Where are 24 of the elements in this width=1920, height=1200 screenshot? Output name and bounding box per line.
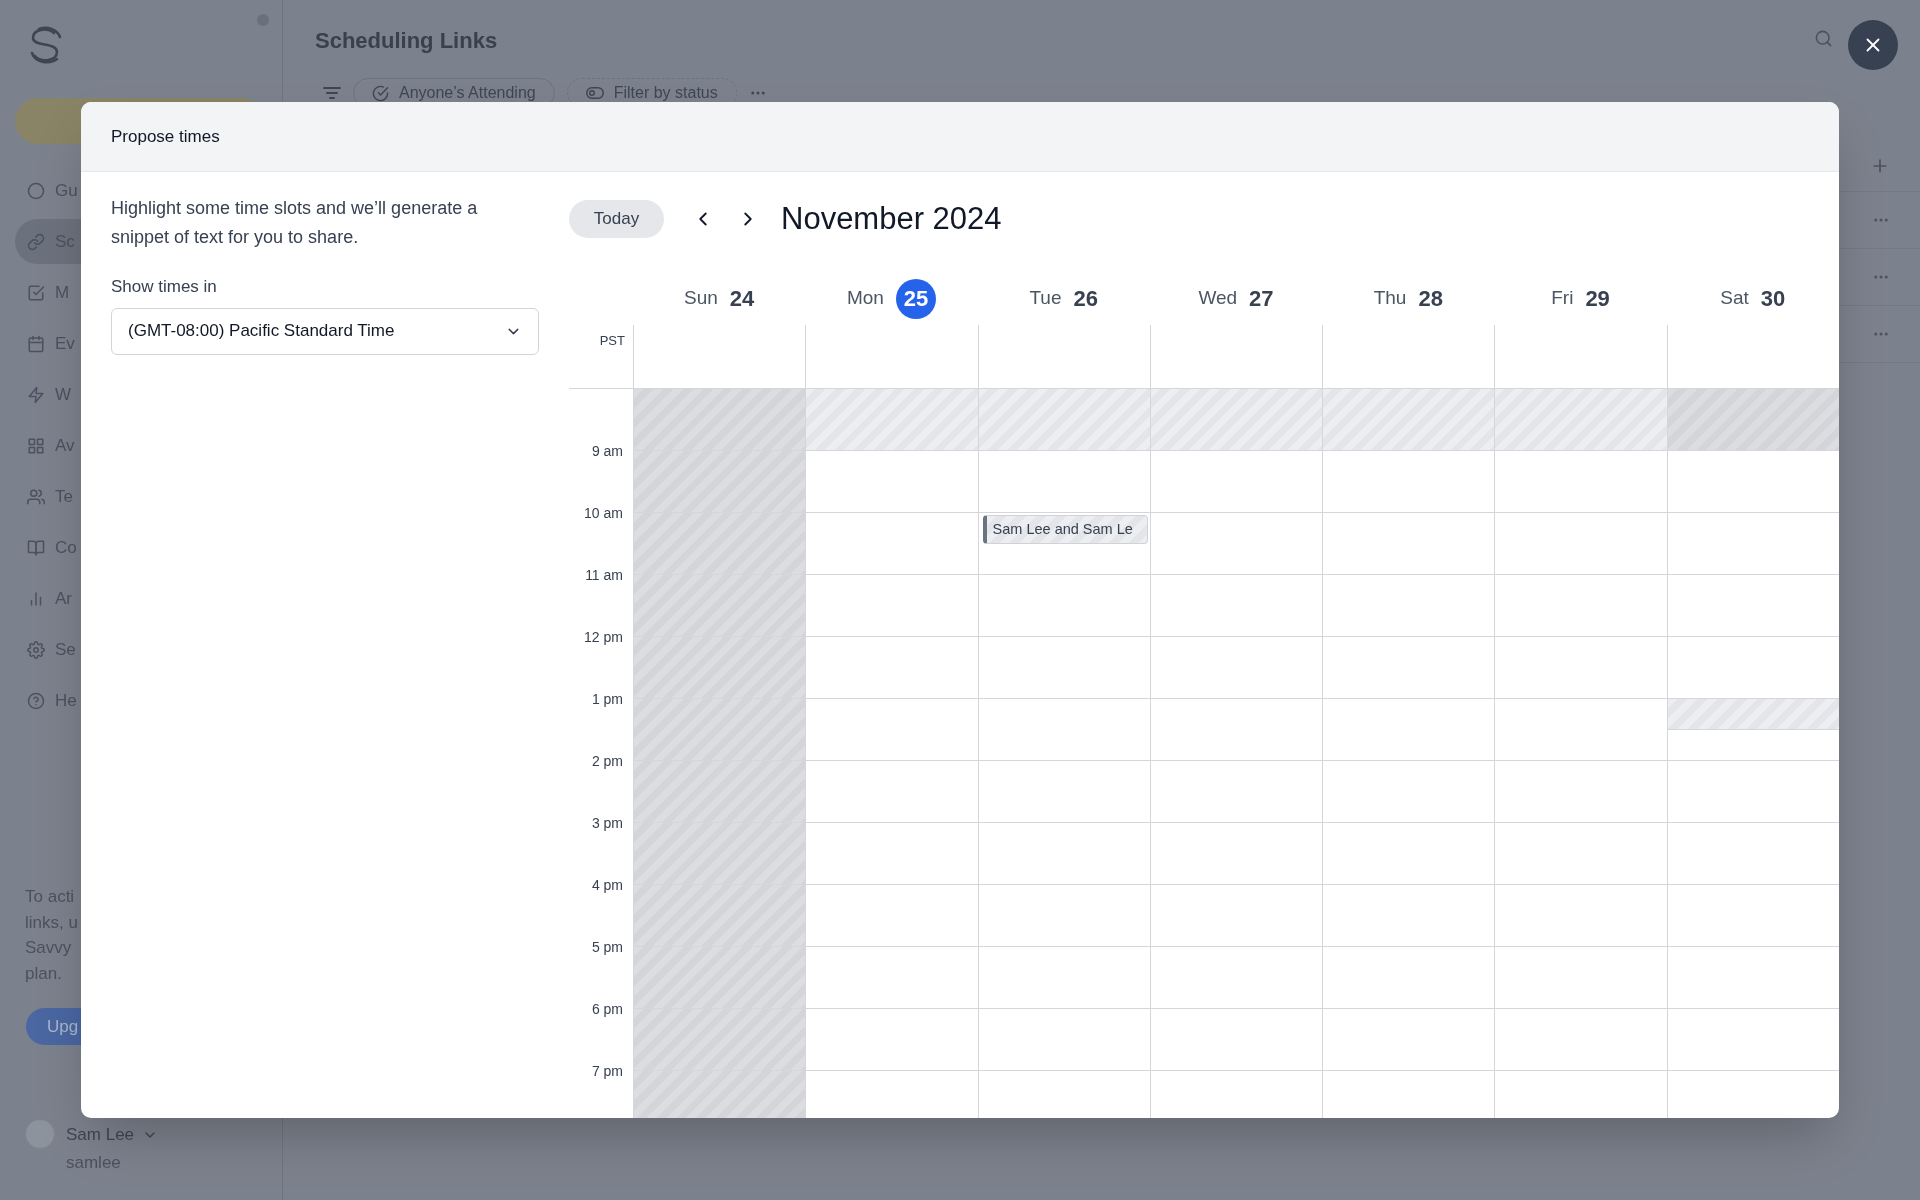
weekday-label: Thu	[1373, 286, 1407, 311]
description-text: Highlight some time slots and we’ll generate a snippet of text for you to share.	[111, 197, 479, 249]
modal-title: Propose times	[111, 125, 220, 148]
weekday-label: Fri	[1551, 286, 1574, 311]
page-title: Scheduling Links	[315, 27, 498, 55]
hour-label: 7 pm	[591, 1063, 623, 1079]
hour-label: 5 pm	[591, 939, 623, 955]
hour-label: 1 pm	[591, 691, 623, 707]
hour-label: 10 am	[584, 505, 623, 521]
timezone-label: PST	[599, 332, 625, 350]
weekday-label: Wed	[1198, 286, 1238, 311]
hour-label: 9 am	[591, 443, 623, 459]
month-title: November 2024	[781, 199, 1002, 238]
hour-label: 4 pm	[591, 877, 623, 893]
hour-label: 3 pm	[591, 815, 623, 831]
hour-label: 2 pm	[591, 753, 623, 769]
weekday-label: Tue	[1029, 286, 1062, 311]
field-label: Show times in	[111, 276, 218, 298]
weekday-label: Sun	[684, 286, 718, 311]
weekday-label: Sat	[1720, 286, 1749, 311]
hour-label: 11 am	[585, 567, 623, 583]
weekday-label: Mon	[846, 286, 884, 311]
hour-label: 12 pm	[584, 629, 623, 645]
hour-label: 6 pm	[591, 1001, 623, 1017]
